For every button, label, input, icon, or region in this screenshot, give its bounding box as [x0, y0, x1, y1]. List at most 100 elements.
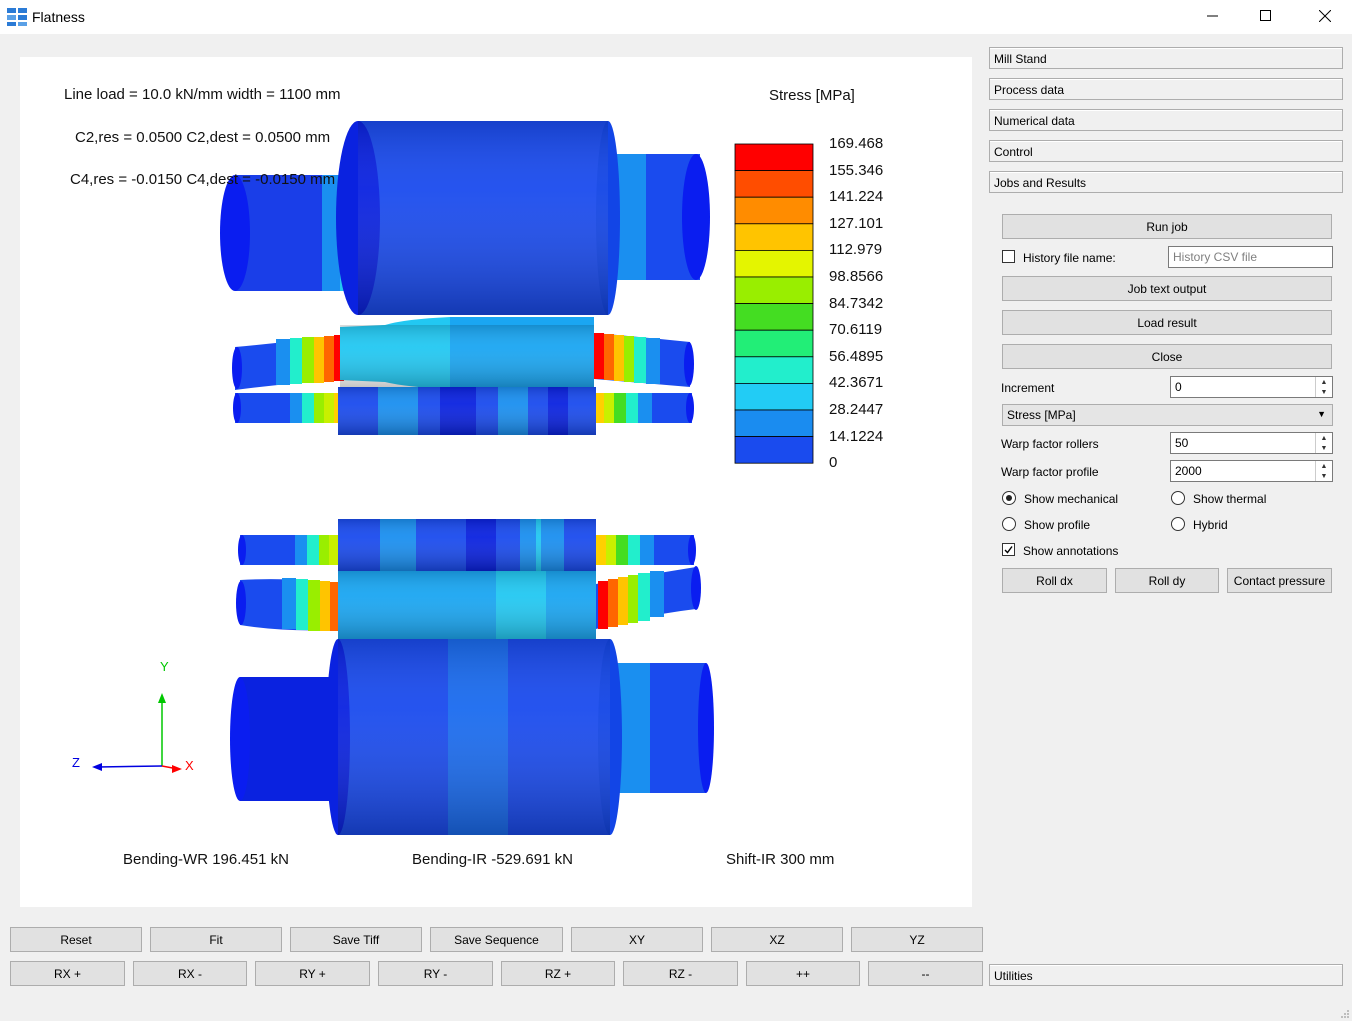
spin-down-icon[interactable]: ▼: [1316, 387, 1332, 397]
render-viewport[interactable]: Line load = 10.0 kN/mm width = 1100 mm C…: [20, 57, 972, 907]
legend-value: 112.979: [829, 241, 883, 259]
hybrid-radio[interactable]: [1171, 517, 1185, 531]
minimize-button[interactable]: [1190, 0, 1236, 32]
show-annotations-checkbox[interactable]: [1002, 543, 1015, 556]
legend-value: 84.7342: [829, 294, 884, 312]
axis-z-label: Z: [72, 755, 80, 770]
section-process-data[interactable]: Process data: [989, 78, 1343, 100]
legend-swatch: [734, 196, 814, 225]
show-thermal-radio[interactable]: [1171, 491, 1185, 505]
title-bar: Flatness: [0, 0, 1352, 34]
spin-down-icon[interactable]: ▼: [1316, 443, 1332, 453]
legend-value: 42.3671: [829, 374, 884, 392]
view-yz-button[interactable]: YZ: [851, 927, 983, 952]
legend-swatch: [734, 436, 814, 464]
warp-rollers-spinbox[interactable]: 50 ▲ ▼: [1170, 432, 1333, 454]
section-mill-stand[interactable]: Mill Stand: [989, 47, 1343, 69]
legend-value: 127.101: [829, 214, 884, 232]
top-work-roll: [233, 387, 694, 435]
warp-rollers-label: Warp factor rollers: [1001, 437, 1099, 451]
bottom-backup-roll: [230, 639, 714, 835]
section-control[interactable]: Control: [989, 140, 1343, 162]
legend-swatch: [734, 170, 814, 198]
top-backup-roll: [220, 121, 710, 315]
reset-button[interactable]: Reset: [10, 927, 142, 952]
show-annotations-label: Show annotations: [1023, 544, 1119, 558]
view-xy-button[interactable]: XY: [571, 927, 703, 952]
history-file-checkbox[interactable]: [1002, 250, 1015, 263]
increment-spinbox[interactable]: 0 ▲ ▼: [1170, 376, 1333, 398]
legend-value: 155.346: [829, 161, 884, 179]
minimize-icon: [1207, 15, 1218, 17]
job-text-output-button[interactable]: Job text output: [1002, 276, 1332, 301]
legend-swatch: [734, 356, 814, 384]
warp-profile-spinbox[interactable]: 2000 ▲ ▼: [1170, 460, 1333, 482]
show-mechanical-label: Show mechanical: [1024, 492, 1119, 506]
zoom-out-button[interactable]: --: [868, 961, 983, 986]
shift-ir-annotation: Shift-IR 300 mm: [726, 851, 835, 868]
rotate-z-plus-button[interactable]: RZ +: [501, 961, 615, 986]
close-icon: [1319, 10, 1331, 22]
zoom-in-button[interactable]: ++: [746, 961, 860, 986]
close-button[interactable]: Close: [1002, 344, 1332, 369]
load-result-button[interactable]: Load result: [1002, 310, 1332, 335]
bending-ir-annotation: Bending-IR -529.691 kN: [412, 851, 573, 868]
save-tiff-button[interactable]: Save Tiff: [290, 927, 422, 952]
spin-up-icon[interactable]: ▲: [1316, 433, 1332, 443]
show-profile-label: Show profile: [1024, 518, 1091, 532]
axis-y-label: Y: [160, 659, 169, 674]
legend-value: 70.6119: [829, 321, 883, 339]
c4-annotation: C4,res = -0.0150 C4,dest = -0.0150 mm: [70, 171, 336, 188]
legend-value: 141.224: [829, 188, 884, 206]
chevron-down-icon: ▼: [1317, 409, 1326, 419]
legend-swatch: [734, 409, 814, 438]
history-file-input[interactable]: History CSV file: [1168, 246, 1333, 268]
maximize-button[interactable]: [1243, 0, 1289, 32]
close-window-button[interactable]: [1302, 0, 1348, 32]
bending-wr-annotation: Bending-WR 196.451 kN: [123, 851, 289, 868]
stress-legend-colorbar: [734, 143, 814, 464]
window-title: Flatness: [32, 9, 85, 25]
legend-swatch: [734, 276, 814, 305]
rotate-y-minus-button[interactable]: RY -: [378, 961, 493, 986]
rotate-y-plus-button[interactable]: RY +: [255, 961, 370, 986]
section-utilities[interactable]: Utilities: [989, 964, 1343, 986]
show-thermal-label: Show thermal: [1193, 492, 1267, 506]
maximize-icon: [1260, 10, 1271, 21]
rotate-x-minus-button[interactable]: RX -: [133, 961, 247, 986]
run-job-button[interactable]: Run job: [1002, 214, 1332, 239]
increment-label: Increment: [1001, 381, 1055, 395]
line-load-annotation: Line load = 10.0 kN/mm width = 1100 mm: [64, 86, 341, 103]
legend-swatch: [734, 143, 814, 172]
roll-dy-button[interactable]: Roll dy: [1115, 568, 1219, 593]
roll-dx-button[interactable]: Roll dx: [1002, 568, 1107, 593]
legend-swatch: [734, 329, 814, 358]
legend-value: 14.1224: [829, 427, 884, 445]
rotate-x-plus-button[interactable]: RX +: [10, 961, 125, 986]
contact-pressure-button[interactable]: Contact pressure: [1227, 568, 1332, 593]
legend-value: 169.468: [829, 135, 884, 152]
legend-value: 98.8566: [829, 268, 884, 285]
spin-up-icon[interactable]: ▲: [1316, 461, 1332, 471]
legend-swatch: [734, 303, 814, 331]
legend-value: 56.4895: [829, 347, 884, 365]
resize-grip-icon[interactable]: [1340, 1009, 1350, 1019]
rotate-z-minus-button[interactable]: RZ -: [623, 961, 738, 986]
view-xz-button[interactable]: XZ: [711, 927, 843, 952]
bottom-intermediate-roll: [236, 566, 701, 641]
result-type-select[interactable]: Stress [MPa] ▼: [1002, 404, 1333, 426]
show-mechanical-radio[interactable]: [1002, 491, 1016, 505]
save-sequence-button[interactable]: Save Sequence: [430, 927, 563, 952]
top-intermediate-roll: [232, 317, 694, 390]
c2-annotation: C2,res = 0.0500 C2,dest = 0.0500 mm: [75, 129, 331, 146]
spin-up-icon[interactable]: ▲: [1316, 377, 1332, 387]
section-numerical-data[interactable]: Numerical data: [989, 109, 1343, 131]
fit-button[interactable]: Fit: [150, 927, 282, 952]
legend-value: 0: [829, 454, 838, 472]
show-profile-radio[interactable]: [1002, 517, 1016, 531]
legend-swatch: [734, 249, 814, 278]
hybrid-label: Hybrid: [1193, 518, 1228, 532]
history-file-label: History file name:: [1023, 251, 1116, 265]
spin-down-icon[interactable]: ▼: [1316, 471, 1332, 481]
section-jobs-and-results[interactable]: Jobs and Results: [989, 171, 1343, 193]
